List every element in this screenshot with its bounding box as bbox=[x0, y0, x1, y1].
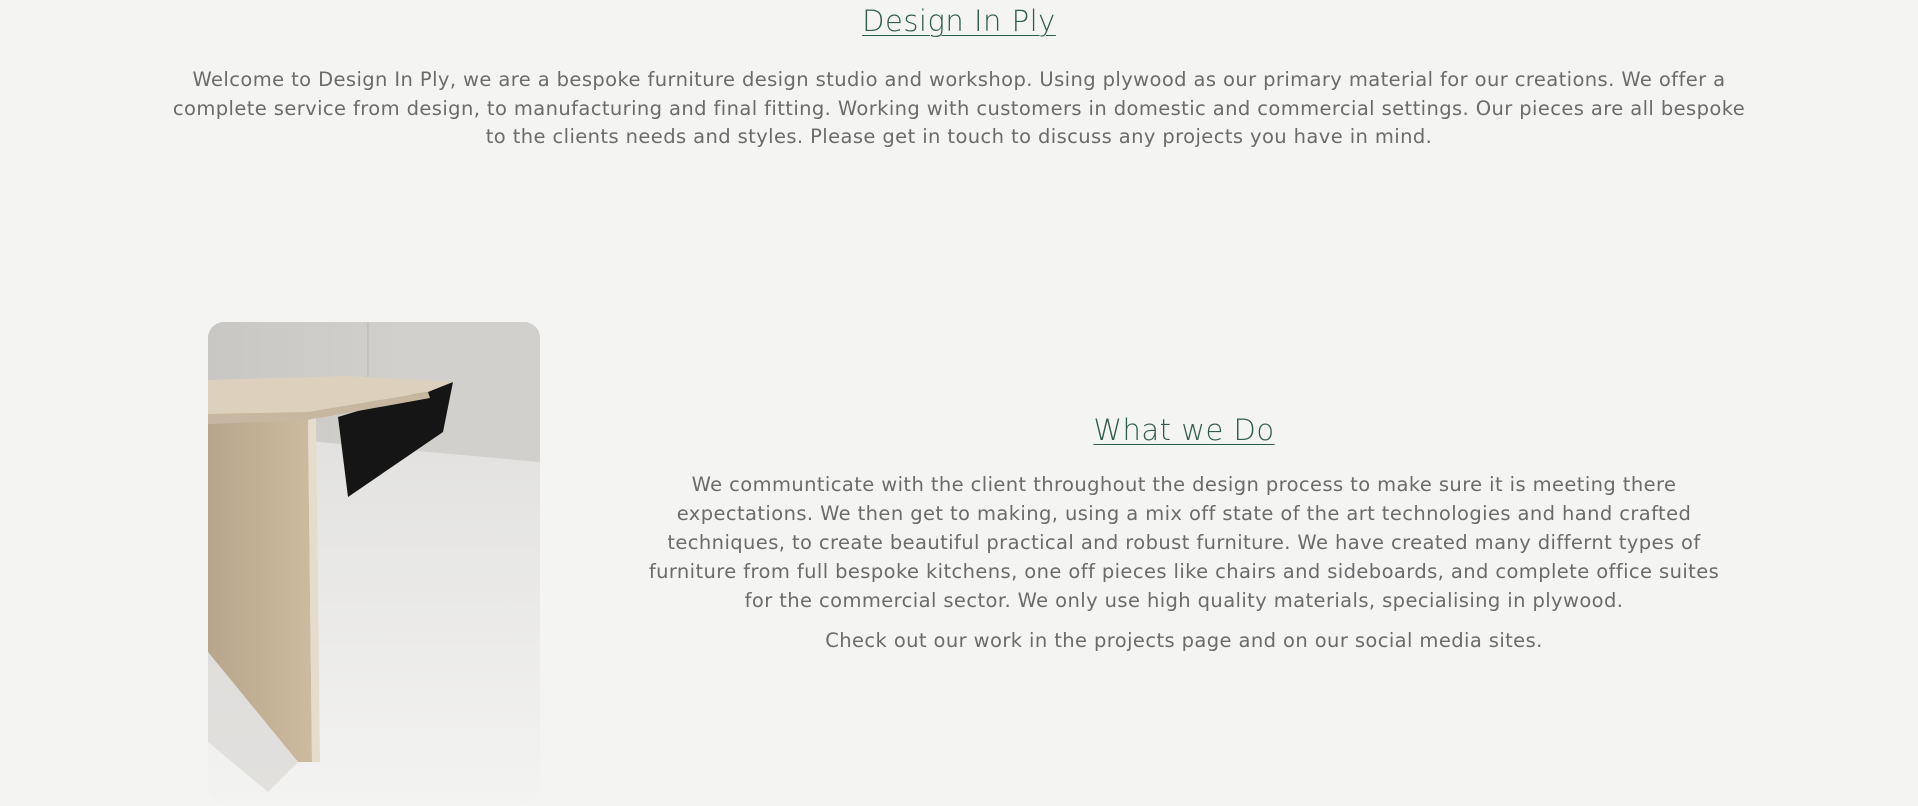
bench-image-illustration bbox=[208, 322, 540, 802]
intro-text: Welcome to Design In Ply, we are a bespo… bbox=[172, 68, 1746, 148]
what-we-do-heading: What we Do bbox=[1093, 413, 1275, 447]
what-we-do-body: We communticate with the client througho… bbox=[648, 473, 1720, 612]
plywood-bench-photo bbox=[208, 322, 540, 802]
page-title: Design In Ply bbox=[862, 4, 1056, 38]
what-we-do-cta: Check out our work in the projects page … bbox=[825, 629, 1543, 652]
